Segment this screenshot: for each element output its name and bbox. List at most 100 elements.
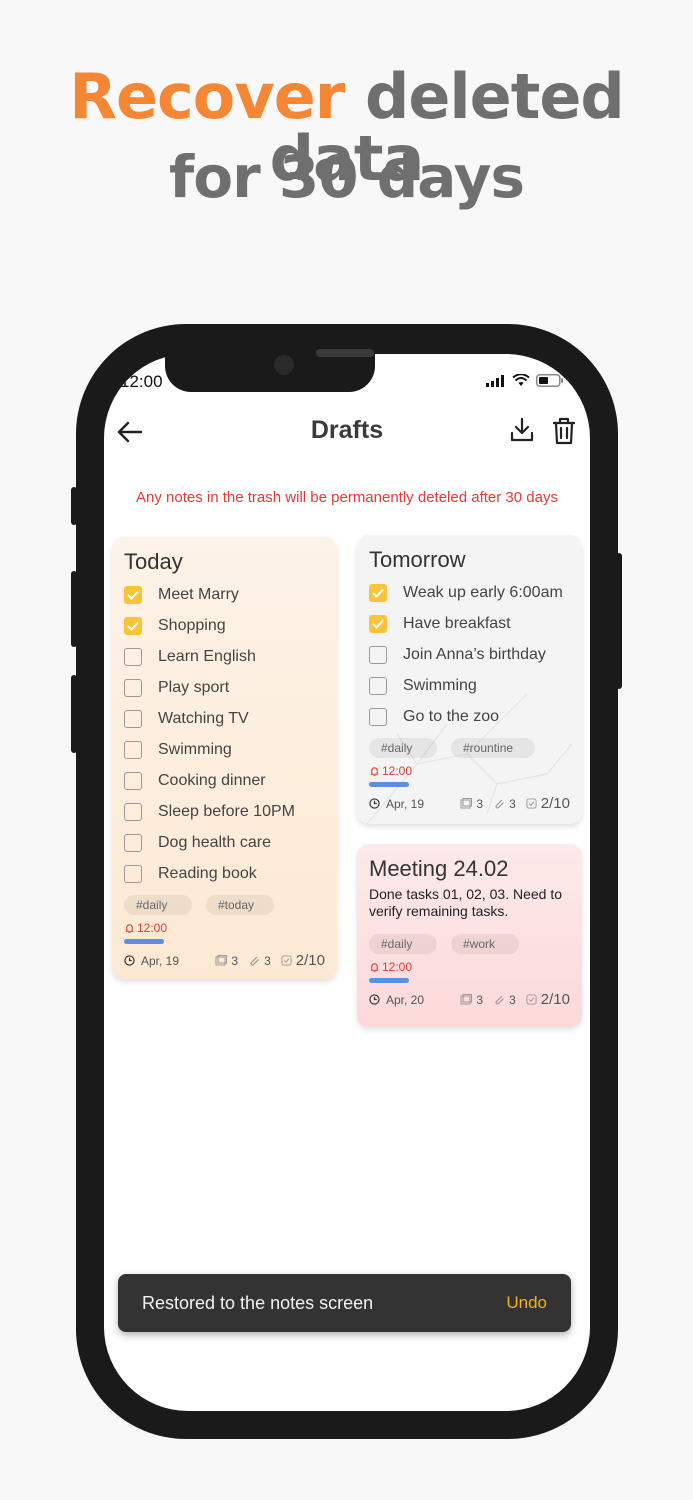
- task-progress: 2/10: [540, 795, 570, 812]
- note-card-meeting[interactable]: Meeting 24.02 Done tasks 01, 02, 03. Nee…: [357, 844, 582, 1027]
- task-item[interactable]: Go to the zoo: [369, 701, 570, 732]
- task-item[interactable]: Shopping: [124, 610, 325, 641]
- task-label: Have breakfast: [403, 614, 511, 632]
- attachment-count: 3: [509, 796, 516, 811]
- reminder: 12:00: [124, 921, 325, 935]
- task-label: Join Anna’s birthday: [403, 645, 546, 663]
- clock-icon: [369, 994, 380, 1005]
- task-item[interactable]: Join Anna’s birthday: [369, 639, 570, 670]
- note-date: Apr, 19: [141, 953, 180, 968]
- task-item[interactable]: Learn English: [124, 641, 325, 672]
- checklist-icon: [526, 798, 537, 809]
- note-meta: Apr, 19 3 3 2/10: [124, 952, 325, 969]
- note-date: Apr, 19: [386, 796, 425, 811]
- checkbox-checked[interactable]: [124, 616, 142, 635]
- checkbox[interactable]: [124, 833, 142, 852]
- images-icon: [460, 994, 473, 1005]
- attachment-icon: [495, 799, 505, 809]
- task-item[interactable]: Watching TV: [124, 703, 325, 734]
- tag[interactable]: #daily: [369, 738, 437, 758]
- checkbox[interactable]: [124, 709, 142, 728]
- checklist-icon: [281, 955, 292, 966]
- task-item[interactable]: Have breakfast: [369, 608, 570, 639]
- note-card-tomorrow[interactable]: Tomorrow Weak up early 6:00am Have break…: [357, 535, 582, 824]
- attachment-icon: [495, 995, 505, 1005]
- headline-line-2: for 30 days: [169, 143, 525, 211]
- note-title: Tomorrow: [369, 547, 466, 572]
- checkbox[interactable]: [124, 647, 142, 666]
- task-label: Sleep before 10PM: [158, 802, 295, 820]
- tag[interactable]: #rountine: [451, 738, 535, 758]
- checkbox[interactable]: [124, 678, 142, 697]
- attachment-count: 3: [509, 992, 516, 1007]
- note-body: Done tasks 01, 02, 03. Need to verify re…: [369, 886, 563, 919]
- tag-list: #daily #work: [369, 934, 570, 954]
- images-icon: [460, 798, 473, 809]
- task-progress: 2/10: [295, 952, 325, 969]
- reminder: 12:00: [369, 960, 570, 974]
- checkbox[interactable]: [124, 864, 142, 883]
- reminder: 12:00: [369, 764, 570, 778]
- checkbox[interactable]: [369, 645, 387, 664]
- phone-notch: [165, 354, 375, 392]
- checkbox-checked[interactable]: [369, 583, 387, 602]
- note-title: Today: [124, 549, 183, 574]
- bell-icon: [125, 923, 134, 933]
- tag[interactable]: #today: [206, 895, 274, 915]
- note-date: Apr, 20: [386, 992, 425, 1007]
- phone-screen: 12:00 Drafts Any notes in the trash will…: [104, 354, 590, 1411]
- tag[interactable]: #daily: [369, 934, 437, 954]
- task-item[interactable]: Play sport: [124, 672, 325, 703]
- task-label: Reading book: [158, 864, 257, 882]
- task-item[interactable]: Dog health care: [124, 827, 325, 858]
- status-time: 12:00: [120, 372, 163, 391]
- wifi-icon: [512, 374, 530, 386]
- reminder-time: 12:00: [137, 921, 168, 935]
- task-item[interactable]: Swimming: [369, 670, 570, 701]
- checkbox[interactable]: [369, 707, 387, 726]
- image-count: 3: [476, 992, 484, 1007]
- checkbox[interactable]: [124, 740, 142, 759]
- task-label: Watching TV: [158, 709, 249, 727]
- snackbar-message: Restored to the notes screen: [142, 1292, 374, 1313]
- tag-list: #daily #today: [124, 895, 325, 915]
- checkbox-checked[interactable]: [369, 614, 387, 633]
- task-list: Weak up early 6:00am Have breakfast Join…: [369, 577, 570, 732]
- trash-icon[interactable]: [550, 416, 578, 446]
- status-icons: [486, 374, 564, 387]
- task-label: Dog health care: [158, 833, 271, 851]
- task-label: Go to the zoo: [403, 707, 500, 725]
- task-item[interactable]: Sleep before 10PM: [124, 796, 325, 827]
- note-meta: Apr, 19 3 3 2/10: [369, 795, 570, 812]
- note-meta: Apr, 20 3 3 2/10: [369, 991, 570, 1008]
- task-label: Shopping: [158, 616, 226, 634]
- task-label: Swimming: [403, 676, 477, 694]
- trash-notice: Any notes in the trash will be permanent…: [136, 489, 558, 506]
- phone-speaker: [316, 349, 374, 357]
- tag[interactable]: #work: [451, 934, 519, 954]
- download-icon[interactable]: [508, 416, 536, 444]
- reminder-time: 12:00: [382, 764, 413, 778]
- task-item[interactable]: Reading book: [124, 858, 325, 889]
- note-card-today[interactable]: Today Meet Marry Shopping Learn English …: [112, 537, 337, 979]
- clock-icon: [124, 955, 135, 966]
- checkbox[interactable]: [369, 676, 387, 695]
- task-item[interactable]: Swimming: [124, 734, 325, 765]
- snackbar: Restored to the notes screen Undo: [118, 1274, 571, 1332]
- task-item[interactable]: Weak up early 6:00am: [369, 577, 570, 608]
- checkbox[interactable]: [124, 771, 142, 790]
- tag[interactable]: #daily: [124, 895, 192, 915]
- task-list: Meet Marry Shopping Learn English Play s…: [124, 579, 325, 889]
- undo-button[interactable]: Undo: [506, 1293, 547, 1313]
- checkbox-checked[interactable]: [124, 585, 142, 604]
- phone-frame: 12:00 Drafts Any notes in the trash will…: [76, 324, 618, 1439]
- checklist-icon: [526, 994, 537, 1005]
- task-item[interactable]: Cooking dinner: [124, 765, 325, 796]
- note-title: Meeting 24.02: [369, 856, 509, 881]
- checkbox[interactable]: [124, 802, 142, 821]
- task-label: Learn English: [158, 647, 256, 665]
- battery-icon: [536, 374, 563, 387]
- progress-bar: [369, 978, 409, 983]
- bell-icon: [370, 962, 379, 972]
- task-item[interactable]: Meet Marry: [124, 579, 325, 610]
